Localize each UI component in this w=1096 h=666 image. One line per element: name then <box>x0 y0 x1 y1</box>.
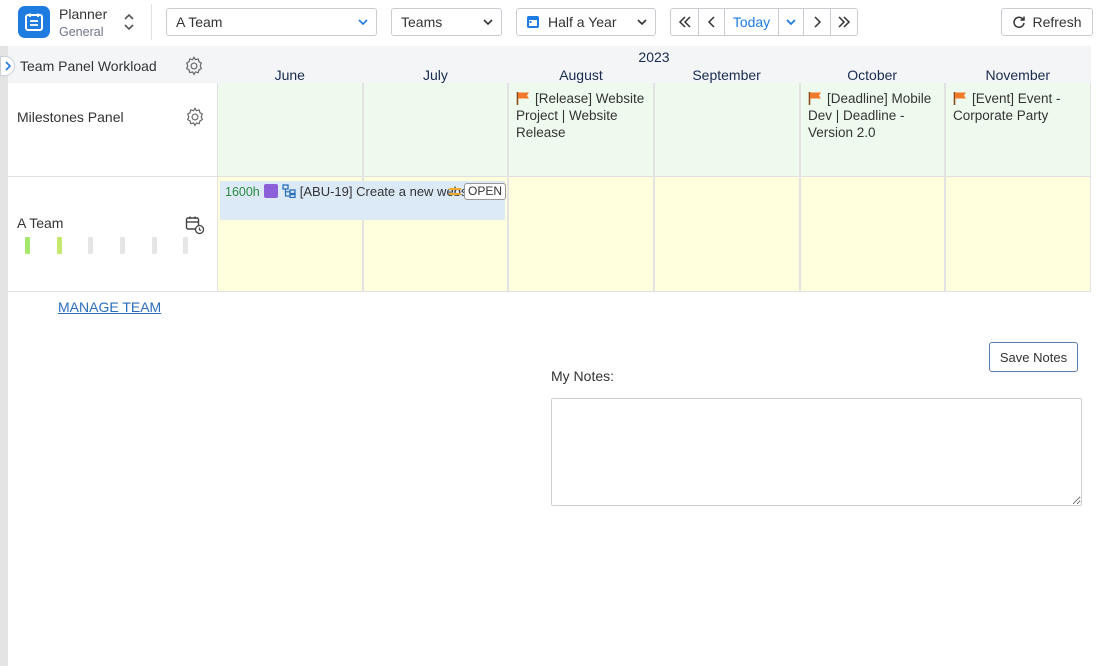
column-divider <box>653 83 655 291</box>
workload-bar <box>183 237 188 254</box>
workload-panel-label: Team Panel Workload <box>20 58 157 74</box>
flag-icon <box>808 92 821 105</box>
workload-bar <box>120 237 125 254</box>
workload-bar <box>88 237 93 254</box>
month-header: July <box>422 67 448 83</box>
period-select[interactable]: Half a Year <box>516 8 656 36</box>
refresh-button[interactable]: Refresh <box>1001 8 1093 36</box>
notes-textarea[interactable] <box>551 398 1082 506</box>
month-header: November <box>985 67 1051 83</box>
milestone-item[interactable]: [Release] Website Project | Website Rele… <box>516 90 652 141</box>
column-divider <box>944 83 946 291</box>
column-divider <box>217 83 218 291</box>
period-select-value: Half a Year <box>548 14 617 30</box>
priority-medium-icon <box>449 188 461 195</box>
column-divider <box>507 83 509 291</box>
month-header: August <box>559 67 603 83</box>
refresh-icon <box>1013 16 1026 29</box>
next-button[interactable] <box>803 8 831 36</box>
save-notes-button[interactable]: Save Notes <box>989 342 1078 372</box>
app-subtitle: General <box>59 25 104 39</box>
gear-icon[interactable] <box>183 55 205 77</box>
notes-label: My Notes: <box>551 368 615 384</box>
team-name-label: A Team <box>17 215 64 231</box>
today-options-button[interactable] <box>778 8 804 36</box>
refresh-label: Refresh <box>1032 14 1082 30</box>
lightning-icon <box>263 184 278 198</box>
jump-back-button[interactable] <box>670 8 699 36</box>
flag-icon <box>953 92 966 105</box>
timeline-year: 2023 <box>638 49 670 65</box>
month-header: June <box>274 67 305 83</box>
month-header: September <box>692 67 761 83</box>
milestone-item[interactable]: [Event] Event - Corporate Party <box>953 90 1089 124</box>
view-select-value: Teams <box>401 14 443 30</box>
milestone-text: [Release] Website Project | Website Rele… <box>516 91 645 140</box>
toolbar-divider <box>151 4 152 40</box>
jump-forward-button[interactable] <box>830 8 858 36</box>
chevron-down-icon <box>786 19 796 26</box>
milestone-text: [Deadline] Mobile Dev | Deadline - Versi… <box>808 91 932 140</box>
milestone-item[interactable]: [Deadline] Mobile Dev | Deadline - Versi… <box>808 90 944 141</box>
planner-app-icon[interactable] <box>18 6 50 38</box>
gear-icon[interactable] <box>184 106 206 128</box>
app-name: Planner <box>59 6 108 22</box>
chevron-down-icon <box>637 19 647 26</box>
timeline-header: 2023 June July August September October … <box>217 46 1091 83</box>
manage-team-link[interactable]: MANAGE TEAM <box>58 299 161 315</box>
workload-bar <box>152 237 157 254</box>
chevron-down-icon <box>483 19 493 26</box>
calendar-icon <box>527 16 539 28</box>
chevron-right-icon <box>4 61 11 71</box>
workload-bar <box>25 237 30 254</box>
row-divider <box>8 176 1091 177</box>
double-chevron-right-icon <box>838 16 851 28</box>
month-header: October <box>847 67 898 83</box>
top-toolbar: Planner General A Team Teams Half a Year… <box>0 0 1096 46</box>
view-select[interactable]: Teams <box>391 8 502 36</box>
milestones-panel-label: Milestones Panel <box>17 109 124 125</box>
today-button[interactable]: Today <box>724 8 779 36</box>
flag-icon <box>516 92 529 105</box>
task-hours: 1600h <box>225 185 260 199</box>
status-badge: OPEN <box>464 183 507 200</box>
chevron-right-icon <box>814 16 822 28</box>
team-select[interactable]: A Team <box>166 8 377 36</box>
hierarchy-icon <box>282 184 296 199</box>
team-select-value: A Team <box>176 14 223 30</box>
double-chevron-left-icon <box>678 16 691 28</box>
task-card[interactable]: 1600h [ABU-19] Create a new website OPEN <box>220 181 507 220</box>
milestone-text: [Event] Event - Corporate Party <box>953 91 1061 123</box>
column-divider <box>1090 83 1091 291</box>
workload-bar <box>57 237 62 254</box>
chevron-down-icon <box>358 19 368 26</box>
chevron-left-icon <box>707 16 715 28</box>
row-divider <box>8 291 1091 292</box>
previous-button[interactable] <box>698 8 725 36</box>
calendar-clock-icon[interactable] <box>185 215 205 235</box>
app-switcher-icon[interactable] <box>122 12 136 32</box>
left-edge-strip <box>0 46 8 666</box>
column-divider <box>799 83 801 291</box>
